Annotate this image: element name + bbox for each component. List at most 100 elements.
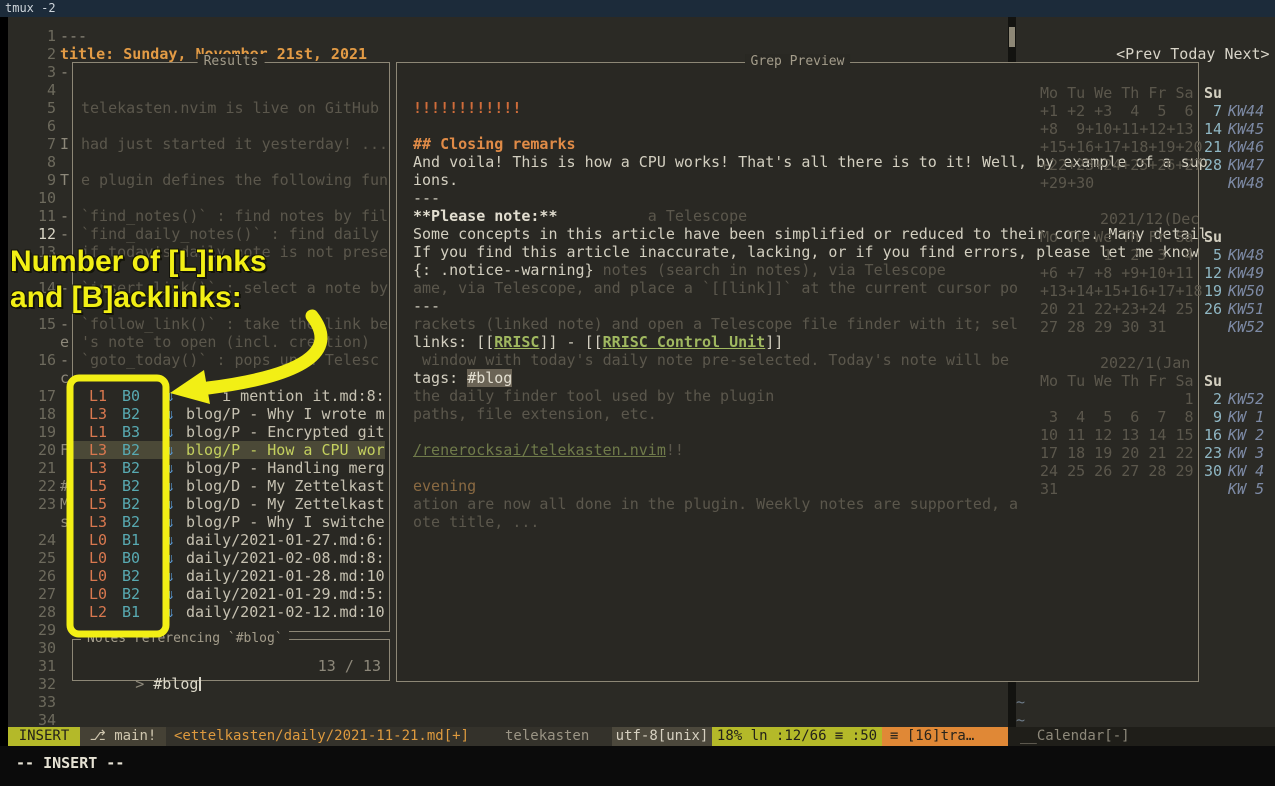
calendar-sunday-day[interactable]: 23: [1204, 444, 1222, 462]
calendar-sunday-day[interactable]: 14: [1204, 120, 1222, 138]
occluded-buffer-text: 's note to open (incl. creation): [81, 333, 370, 351]
calendar-week-days[interactable]: 1 2 3 4: [1040, 246, 1194, 264]
preview-line: ---: [413, 297, 440, 315]
note-link[interactable]: /renerocksai/telekasten.nvim: [413, 441, 666, 459]
result-row[interactable]: L1B3⇓blog/P - Encrypted git: [73, 423, 385, 441]
result-row[interactable]: L2B1⇓daily/2021-02-12.md:10: [73, 603, 385, 621]
calendar-today-button[interactable]: Today: [1170, 45, 1215, 63]
note-link[interactable]: RRISC Control Unit: [603, 333, 766, 351]
scrollbar-thumb[interactable]: [1009, 27, 1015, 47]
search-input[interactable]: > #blog: [81, 657, 201, 711]
calendar-week-days[interactable]: 17 18 19 20 21 22: [1040, 444, 1194, 462]
calendar-sunday-day[interactable]: 30: [1204, 462, 1222, 480]
down-arrow-icon: ⇓: [166, 585, 175, 603]
result-row[interactable]: L3B2⇓blog/P - How a CPU wor: [73, 441, 385, 459]
result-row[interactable]: L0B1⇓daily/2021-01-27.md:6:: [73, 531, 385, 549]
preview-line: paths, file extension, etc.: [413, 405, 657, 423]
prompt-prefix: >: [135, 675, 153, 693]
result-count: 13 / 13: [318, 657, 381, 675]
search-prompt-window[interactable]: Notes referencing `#blog` > #blog 13 / 1…: [72, 639, 390, 681]
gutter-line-number: 33: [28, 693, 56, 711]
calendar-sunday-day[interactable]: 21: [1204, 138, 1222, 156]
calendar-week-days[interactable]: 20 21 22+23+24 25: [1040, 300, 1194, 318]
calendar-week-days[interactable]: +13+14+15+16+17+18: [1040, 282, 1203, 300]
gutter-line-number: 28: [28, 603, 56, 621]
preview-text: links: [[: [413, 333, 494, 351]
links-count-badge: L2: [89, 603, 107, 621]
down-arrow-icon: ⇓: [166, 531, 175, 549]
gutter-line-number: 14: [28, 279, 56, 297]
tmux-title: tmux -2: [5, 1, 56, 16]
preview-text: Some concepts in this article have been …: [413, 225, 1208, 243]
calendar-week-days[interactable]: +6 +7 +8 +9+10+11: [1040, 264, 1194, 282]
calendar-sunday-day[interactable]: 19: [1204, 282, 1222, 300]
preview-line: !!!!!!!!!!!!: [413, 99, 521, 117]
calendar-sunday-day[interactable]: 2: [1204, 390, 1222, 408]
calendar-sunday-day[interactable]: 28: [1204, 156, 1222, 174]
result-row[interactable]: L3B2⇓blog/P - Why I switche: [73, 513, 385, 531]
calendar-week-days[interactable]: 3 4 5 6 7 8: [1040, 408, 1194, 426]
calendar-sunday-day[interactable]: 16: [1204, 426, 1222, 444]
calendar-prev-button[interactable]: <Prev: [1116, 45, 1161, 63]
buffer-text: ---: [60, 27, 87, 45]
result-row[interactable]: L0B0⇓daily/2021-02-08.md:8:: [73, 549, 385, 567]
backlinks-count-badge: B2: [122, 495, 140, 513]
preview-text: ---: [413, 189, 440, 207]
buffer-text: M: [60, 495, 69, 513]
backlinks-count-badge: B0: [122, 549, 140, 567]
preview-text: window with today's daily note pre-selec…: [413, 351, 1009, 369]
calendar-week-days[interactable]: +1 +2 +3 4 5 6: [1040, 102, 1194, 120]
links-count-badge: L1: [89, 423, 107, 441]
backlinks-count-badge: B2: [122, 459, 140, 477]
calendar-sunday-day[interactable]: 5: [1204, 246, 1222, 264]
calendar-sunday-day[interactable]: 12: [1204, 264, 1222, 282]
buffer-text: #: [60, 477, 69, 495]
result-row[interactable]: L5B2⇓blog/D - My Zettelkast: [73, 495, 385, 513]
note-link[interactable]: RRISC: [494, 333, 539, 351]
preview-line: {: .notice--warning} notes (search in no…: [413, 261, 946, 279]
result-row[interactable]: L5B2⇓blog/D - My Zettelkast: [73, 477, 385, 495]
calendar-week-days[interactable]: +15+16+17+18+19+20: [1040, 138, 1203, 156]
result-row[interactable]: L1B0⇓ i mention it.md:8:: [73, 387, 385, 405]
calendar-week-days[interactable]: 1: [1040, 390, 1194, 408]
calendar-week-days[interactable]: 27 28 29 30 31: [1040, 318, 1166, 336]
tmux-title-bar: tmux -2: [0, 0, 1275, 17]
preview-line: **Please note:** a Telescope: [413, 207, 747, 225]
preview-text: ote title, ...: [413, 513, 539, 531]
backlinks-count-badge: B2: [122, 441, 140, 459]
gutter-line-number: 8: [28, 153, 56, 171]
down-arrow-icon: ⇓: [166, 387, 175, 405]
calendar-week-days[interactable]: +8 9+10+11+12+13: [1040, 120, 1194, 138]
gutter-line-number: 12: [28, 225, 56, 243]
preview-text: ]]: [765, 333, 783, 351]
calendar-sunday-day[interactable]: 26: [1204, 300, 1222, 318]
gutter-line-number: 5: [28, 99, 56, 117]
calendar-sunday-day[interactable]: 9: [1204, 408, 1222, 426]
calendar-sunday-day[interactable]: 7: [1204, 102, 1222, 120]
buffer-text: -: [60, 279, 69, 297]
gutter-line-number: 10: [28, 189, 56, 207]
result-label: daily/2021-01-29.md:5:: [186, 585, 385, 603]
git-branch-segment: ⎇ main!: [80, 727, 166, 746]
preview-text: the daily finder tool used by the plugin: [413, 387, 774, 405]
result-row[interactable]: L3B2⇓blog/P - Why I wrote m: [73, 405, 385, 423]
calendar-next-button[interactable]: Next>: [1224, 45, 1269, 63]
calendar-week-days[interactable]: +29+30: [1040, 174, 1094, 192]
gutter-line-number: 9: [28, 171, 56, 189]
down-arrow-icon: ⇓: [166, 423, 175, 441]
result-row[interactable]: L3B2⇓blog/P - Handling merg: [73, 459, 385, 477]
calendar-week-days[interactable]: 10 11 12 13 14 15: [1040, 426, 1194, 444]
preview-line: evening: [413, 477, 476, 495]
result-row[interactable]: L0B2⇓daily/2021-01-28.md:10: [73, 567, 385, 585]
down-arrow-icon: ⇓: [166, 477, 175, 495]
preview-line: tags: #blog: [413, 369, 512, 387]
calendar-week-days[interactable]: 31: [1040, 480, 1058, 498]
buffer-text: -: [60, 63, 69, 81]
buffer-text: -: [60, 351, 69, 369]
result-row[interactable]: L0B2⇓daily/2021-01-29.md:5:: [73, 585, 385, 603]
calendar-week-days[interactable]: 24 25 26 27 28 29: [1040, 462, 1194, 480]
calendar-week-days[interactable]: +22+23+24+25+26+27: [1040, 156, 1203, 174]
result-label: blog/P - Why I wrote m: [186, 405, 385, 423]
result-label: daily/2021-02-08.md:8:: [186, 549, 385, 567]
result-label: blog/P - How a CPU wor: [186, 441, 385, 459]
